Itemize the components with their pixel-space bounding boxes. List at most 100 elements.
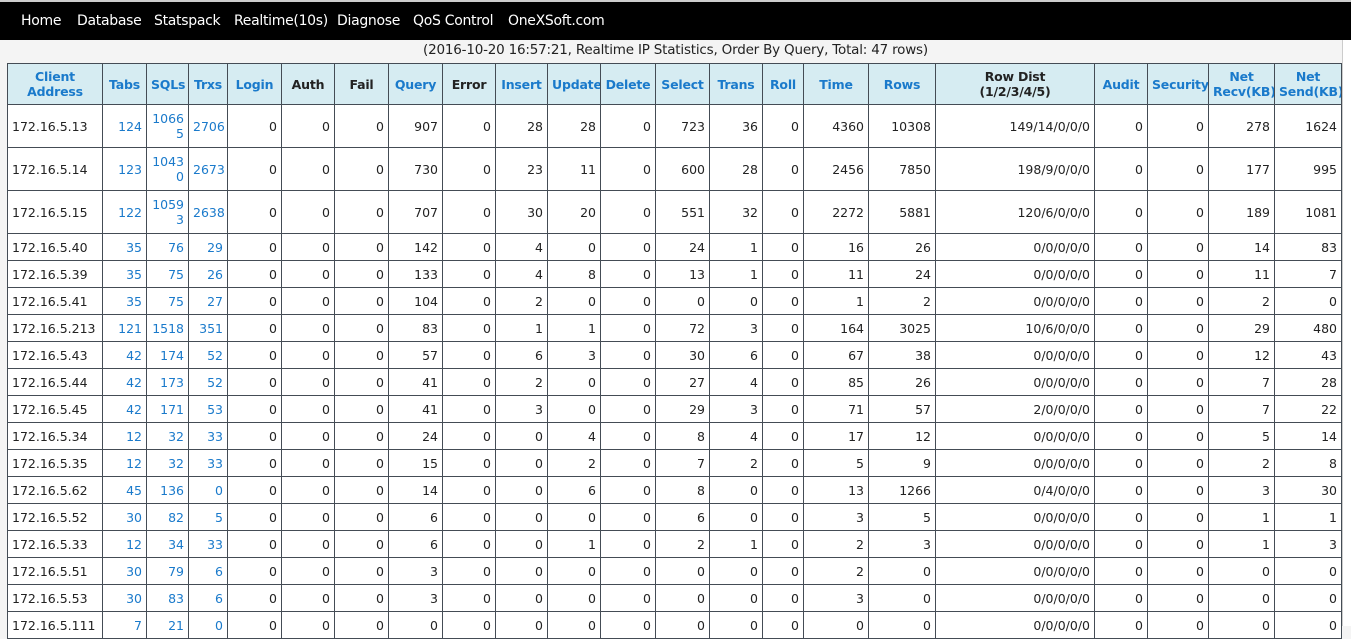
table-cell: 0 <box>600 503 656 531</box>
table-cell[interactable]: 124 <box>102 104 147 148</box>
column-header[interactable]: Roll <box>762 63 804 105</box>
table-cell: 551 <box>655 190 710 234</box>
table-cell: 0 <box>495 476 548 504</box>
table-cell[interactable]: 83 <box>146 584 189 612</box>
table-cell[interactable]: 26 <box>188 260 228 288</box>
table-cell[interactable]: 75 <box>146 287 189 315</box>
column-header[interactable]: Audit <box>1094 63 1148 105</box>
table-cell[interactable]: 5 <box>188 503 228 531</box>
table-cell[interactable]: 35 <box>102 287 147 315</box>
table-cell[interactable]: 33 <box>188 530 228 558</box>
column-header-line1: Delete <box>605 76 651 92</box>
table-cell[interactable]: 2638 <box>188 190 228 234</box>
table-cell[interactable]: 33 <box>188 449 228 477</box>
column-header[interactable]: Rows <box>868 63 936 105</box>
table-cell[interactable]: 35 <box>102 260 147 288</box>
nav-onexsoft[interactable]: OneXSoft.com <box>508 13 605 29</box>
table-cell[interactable]: 45 <box>102 476 147 504</box>
table-cell[interactable]: 6 <box>188 584 228 612</box>
table-cell[interactable]: 30 <box>102 557 147 585</box>
table-cell[interactable]: 79 <box>146 557 189 585</box>
nav-qos-control[interactable]: QoS Control <box>413 13 494 29</box>
table-cell: 0 <box>600 104 656 148</box>
column-header[interactable]: Time <box>803 63 869 105</box>
table-cell[interactable]: 0 <box>188 476 228 504</box>
column-header[interactable]: Update <box>547 63 601 105</box>
table-cell: 0 <box>762 260 804 288</box>
table-cell: 8 <box>547 260 601 288</box>
table-cell: 0 <box>442 422 496 450</box>
table-cell[interactable]: 7 <box>102 611 147 639</box>
column-header[interactable]: Select <box>655 63 710 105</box>
table-cell: 0 <box>762 368 804 396</box>
table-cell[interactable]: 123 <box>102 147 147 191</box>
column-header[interactable]: Net Send(KB) <box>1274 63 1342 105</box>
nav-diagnose[interactable]: Diagnose <box>337 13 400 29</box>
table-cell[interactable]: 12 <box>102 422 147 450</box>
table-row: 172.16.5.51 30 79 6 0 0 0 3 0 0 0 0 0 0 0 2 0 0/0/0/0/0 0 0… <box>7 557 1342 585</box>
column-header[interactable]: Delete <box>600 63 656 105</box>
table-cell[interactable]: 21 <box>146 611 189 639</box>
column-header[interactable]: Trans <box>709 63 763 105</box>
table-cell[interactable]: 2706 <box>188 104 228 148</box>
column-header[interactable]: Tabs <box>102 63 147 105</box>
table-cell: 0 <box>762 584 804 612</box>
nav-realtime[interactable]: Realtime(10s) <box>234 13 328 29</box>
table-cell[interactable]: 42 <box>102 368 147 396</box>
table-cell: 1 <box>1208 503 1275 531</box>
table-cell[interactable]: 29 <box>188 233 228 261</box>
table-cell[interactable]: 30 <box>102 503 147 531</box>
table-cell[interactable]: 42 <box>102 395 147 423</box>
table-cell[interactable]: 12 <box>102 530 147 558</box>
table-cell[interactable]: 0 <box>188 611 228 639</box>
page-scrollbar[interactable] <box>1342 40 1351 626</box>
table-cell[interactable]: 10593 <box>146 190 189 234</box>
table-cell[interactable]: 171 <box>146 395 189 423</box>
table-cell[interactable]: 10665 <box>146 104 189 148</box>
table-cell[interactable]: 351 <box>188 314 228 342</box>
nav-database[interactable]: Database <box>77 13 142 29</box>
column-header[interactable]: Trxs <box>188 63 228 105</box>
column-header[interactable]: Client Address <box>7 63 103 105</box>
table-cell[interactable]: 82 <box>146 503 189 531</box>
column-header[interactable]: SQLs <box>146 63 189 105</box>
table-cell: 3 <box>868 530 936 558</box>
table-cell: 0 <box>1094 530 1148 558</box>
table-cell[interactable]: 33 <box>188 422 228 450</box>
table-cell[interactable]: 35 <box>102 233 147 261</box>
table-cell: 0 <box>495 530 548 558</box>
table-cell[interactable]: 12 <box>102 449 147 477</box>
column-header[interactable]: Query <box>388 63 443 105</box>
table-cell[interactable]: 52 <box>188 368 228 396</box>
table-cell: 0 <box>334 611 389 639</box>
column-header[interactable]: Insert <box>495 63 548 105</box>
table-cell: 0 <box>334 368 389 396</box>
table-cell[interactable]: 27 <box>188 287 228 315</box>
table-cell[interactable]: 34 <box>146 530 189 558</box>
table-cell[interactable]: 32 <box>146 449 189 477</box>
table-cell[interactable]: 10430 <box>146 147 189 191</box>
column-header[interactable]: Security <box>1147 63 1209 105</box>
table-cell[interactable]: 76 <box>146 233 189 261</box>
table-cell: 0 <box>547 287 601 315</box>
column-header[interactable]: Login <box>227 63 282 105</box>
table-cell[interactable]: 1518 <box>146 314 189 342</box>
table-cell[interactable]: 30 <box>102 584 147 612</box>
table-cell[interactable]: 52 <box>188 341 228 369</box>
table-cell[interactable]: 136 <box>146 476 189 504</box>
table-cell[interactable]: 122 <box>102 190 147 234</box>
nav-home[interactable]: Home <box>21 13 61 29</box>
table-cell: 0 <box>762 530 804 558</box>
table-cell[interactable]: 173 <box>146 368 189 396</box>
client-address-cell: 172.16.5.111 <box>7 611 103 639</box>
table-cell[interactable]: 53 <box>188 395 228 423</box>
column-header[interactable]: Net Recv(KB) <box>1208 63 1275 105</box>
table-cell[interactable]: 174 <box>146 341 189 369</box>
table-cell[interactable]: 42 <box>102 341 147 369</box>
table-cell[interactable]: 6 <box>188 557 228 585</box>
nav-statspack[interactable]: Statspack <box>154 13 221 29</box>
table-cell[interactable]: 32 <box>146 422 189 450</box>
table-cell[interactable]: 75 <box>146 260 189 288</box>
table-cell[interactable]: 2673 <box>188 147 228 191</box>
table-cell[interactable]: 121 <box>102 314 147 342</box>
